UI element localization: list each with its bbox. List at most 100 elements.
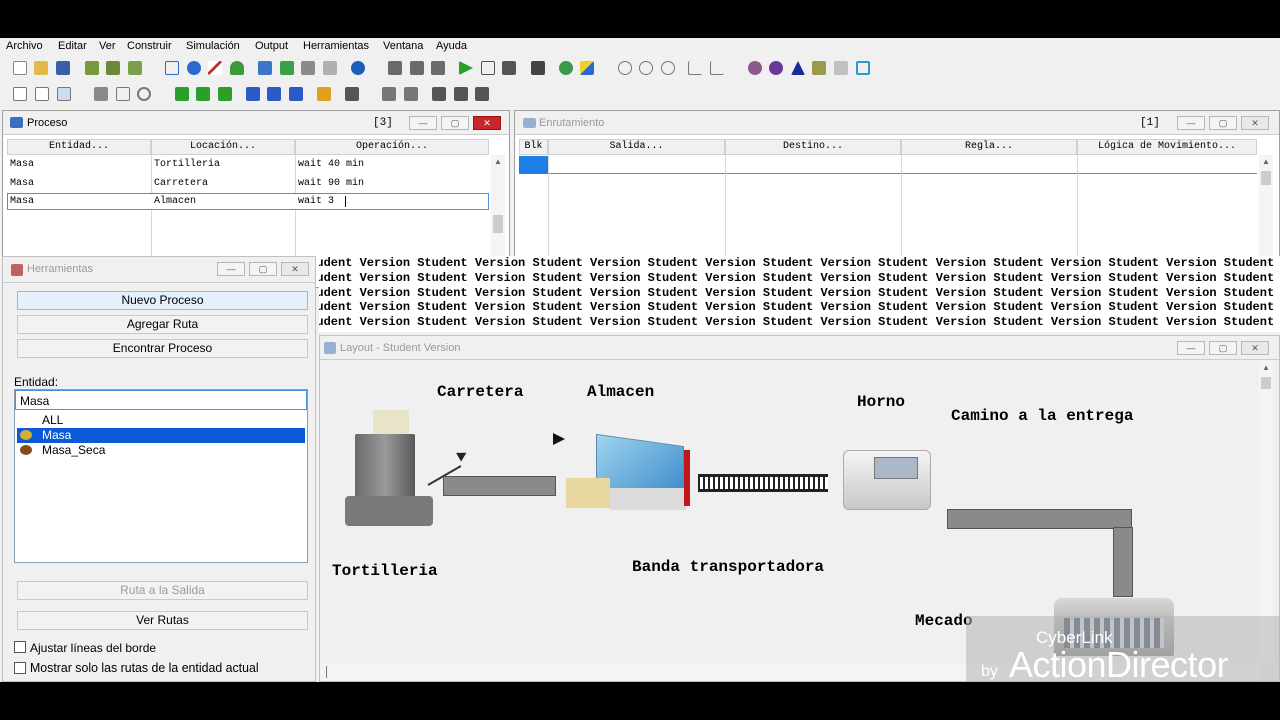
scroll-up-icon[interactable]: ▲ [1262,157,1270,166]
menu-archivo[interactable]: Archivo [6,40,43,52]
maximize-button[interactable]: ▢ [1209,116,1237,130]
scroll-thumb[interactable] [493,215,503,233]
monitor-icon[interactable] [856,61,870,75]
chart-2-icon[interactable] [710,61,724,75]
scroll-up-icon[interactable]: ▲ [494,157,502,166]
proceso-titlebar[interactable]: Proceso [3] — ▢ ✕ [3,111,509,135]
globe-icon[interactable] [559,61,573,75]
header-operacion[interactable]: Operación... [295,139,489,155]
ruta-salida-button[interactable]: Ruta a la Salida [17,581,308,600]
menu-ventana[interactable]: Ventana [383,40,423,52]
close-button[interactable]: ✕ [1241,341,1269,355]
header-locacion[interactable]: Locación... [151,139,295,155]
cell-operacion[interactable]: wait 90 min [298,178,364,189]
list-item-masa-seca[interactable]: Masa_Seca [42,443,105,457]
maximize-button[interactable]: ▢ [249,262,277,276]
cell-locacion[interactable]: Carretera [154,178,208,189]
stat-3-icon[interactable] [661,61,675,75]
path-icon[interactable] [301,61,315,75]
header-salida[interactable]: Salida... [548,139,725,155]
tool-c-icon[interactable] [812,61,826,75]
tile-icon[interactable] [410,61,424,75]
cell-entidad[interactable]: Masa [10,159,34,170]
merge-icon[interactable] [85,61,99,75]
nuevo-proceso-button[interactable]: Nuevo Proceso [17,291,308,310]
text-icon[interactable] [475,87,489,101]
branch-icon[interactable] [345,87,359,101]
zoom-window-icon[interactable] [116,87,130,101]
carretera-path[interactable] [443,476,556,496]
selected-cell[interactable] [519,156,548,174]
stop-icon[interactable] [502,61,516,75]
camino-path[interactable] [947,509,1132,529]
info-icon[interactable] [351,61,365,75]
banda-transportadora-conveyor[interactable] [698,474,828,492]
tortilleria-building-icon[interactable] [345,410,435,530]
entity-tool-icon[interactable] [230,61,244,75]
import-icon[interactable] [432,87,446,101]
encontrar-proceso-button[interactable]: Encontrar Proceso [17,339,308,358]
almacen-building-icon[interactable] [566,433,692,512]
scroll-thumb[interactable] [326,666,336,678]
selected-row[interactable] [7,193,489,210]
minimize-button[interactable]: — [409,116,437,130]
ajustar-checkbox[interactable] [14,641,26,653]
enrutamiento-titlebar[interactable]: Enrutamiento [1] — ▢ ✕ [515,111,1279,135]
entidad-input[interactable]: Masa [15,390,307,410]
output-icon[interactable] [580,61,594,75]
wrench-icon[interactable] [94,87,108,101]
layout-titlebar[interactable]: Layout - Student Version — ▢ ✕ [320,336,1279,360]
menu-construir[interactable]: Construir [127,40,172,52]
stat-1-icon[interactable] [618,61,632,75]
pause-icon[interactable] [481,61,495,75]
list-item-all[interactable]: ALL [42,413,63,427]
line-tool-icon[interactable] [208,61,222,75]
table-arrow-icon[interactable] [57,87,71,101]
maximize-button[interactable]: ▢ [441,116,469,130]
menu-ver[interactable]: Ver [99,40,116,52]
close-button[interactable]: ✕ [281,262,309,276]
cell-locacion[interactable]: Almacen [154,196,196,207]
mostrar-checkbox[interactable] [14,662,26,674]
entidad-listbox[interactable]: Masa ALL Masa Masa_Seca [14,389,308,563]
m-icon[interactable] [246,87,260,101]
menu-editar[interactable]: Editar [58,40,87,52]
s-icon[interactable] [267,87,281,101]
route-row[interactable] [548,156,1257,174]
menu-output[interactable]: Output [255,40,288,52]
ver-rutas-button[interactable]: Ver Rutas [17,611,308,630]
v-icon[interactable] [196,87,210,101]
tool-a-icon[interactable] [748,61,762,75]
new-file-icon[interactable] [13,61,27,75]
b-icon[interactable] [317,87,331,101]
header-logica[interactable]: Lógica de Movimiento... [1077,139,1257,155]
zoom-icon[interactable] [137,87,151,101]
rectangle-tool-icon[interactable] [165,61,179,75]
u-icon[interactable] [289,87,303,101]
list-item-masa[interactable]: Masa [42,428,71,442]
menu-ayuda[interactable]: Ayuda [436,40,467,52]
cell-operacion-editing[interactable]: wait 3 [298,196,334,207]
paste-icon[interactable] [404,87,418,101]
a-icon[interactable] [175,87,189,101]
grid-icon[interactable] [13,87,27,101]
header-entidad[interactable]: Entidad... [7,139,151,155]
header-regla[interactable]: Regla... [901,139,1077,155]
export-icon[interactable] [454,87,468,101]
model-icon[interactable] [106,61,120,75]
edit-table-icon[interactable] [35,87,49,101]
tool-b-icon[interactable] [769,61,783,75]
camino-path-vertical[interactable] [1113,527,1133,597]
locations-icon[interactable] [258,61,272,75]
herramientas-titlebar[interactable]: Herramientas — ▢ ✕ [3,257,315,283]
header-destino[interactable]: Destino... [725,139,901,155]
cell-entidad[interactable]: Masa [10,196,34,207]
chart-1-icon[interactable] [688,61,702,75]
minimize-button[interactable]: — [1177,116,1205,130]
copy-icon[interactable] [382,87,396,101]
y-icon[interactable] [218,87,232,101]
header-blk[interactable]: Blk [519,139,548,155]
save-icon[interactable] [56,61,70,75]
resource-icon[interactable] [323,61,337,75]
cascade-icon[interactable] [431,61,445,75]
